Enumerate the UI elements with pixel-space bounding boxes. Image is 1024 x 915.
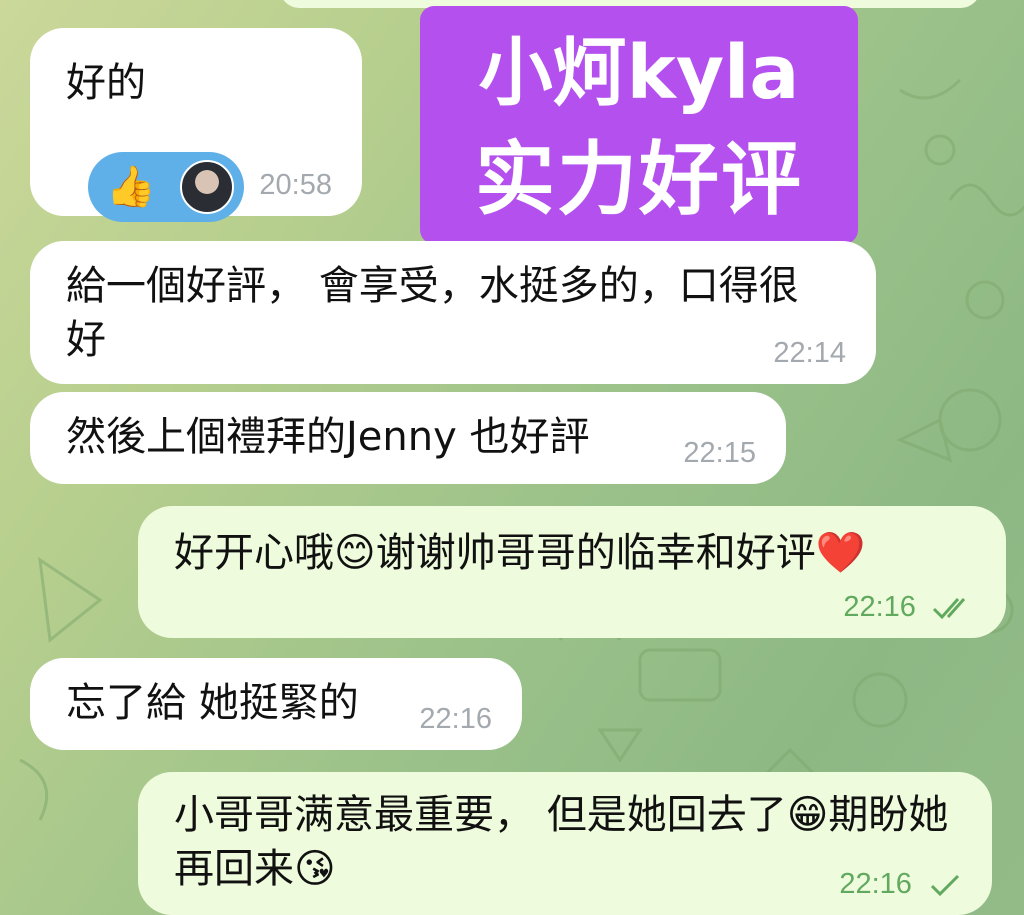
message-time: 20:58 xyxy=(259,169,332,201)
promo-overlay-label: 小炣kyla 实力好评 xyxy=(420,6,858,244)
outgoing-message[interactable]: 好开心哦😊谢谢帅哥哥的临幸和好评❤️ 22:16 xyxy=(138,506,1006,638)
message-time: 22:16 xyxy=(839,868,912,900)
avatar xyxy=(180,160,234,214)
message-meta: 22:16 xyxy=(843,590,976,624)
message-meta: 22:16 xyxy=(839,867,962,901)
overlay-subtitle: 实力好评 xyxy=(475,133,803,226)
message-text: 忘了給 她挺緊的 xyxy=(66,680,359,726)
overlay-title: 小炣kyla xyxy=(478,30,800,116)
message-text: 小哥哥满意最重要， 但是她回去了😁期盼她再回来😘 xyxy=(174,792,949,892)
incoming-message[interactable]: 好的 👍 20:58 xyxy=(30,28,362,222)
message-text: 好的 xyxy=(66,60,146,106)
message-time: 22:14 xyxy=(773,337,846,369)
incoming-message[interactable]: 忘了給 她挺緊的 22:16 xyxy=(30,658,522,750)
message-time: 22:16 xyxy=(419,703,492,735)
single-check-icon xyxy=(930,875,960,897)
outgoing-message[interactable]: 小哥哥满意最重要， 但是她回去了😁期盼她再回来😘 22:16 xyxy=(138,772,992,915)
message-text: 給一個好評， 會享受，水挺多的，口得很好 xyxy=(66,263,799,363)
message-text: 然後上個禮拜的Jenny 也好評 xyxy=(66,414,590,460)
message-text: 好开心哦😊谢谢帅哥哥的临幸和好评❤️ xyxy=(174,530,866,576)
incoming-message[interactable]: 給一個好評， 會享受，水挺多的，口得很好 22:14 xyxy=(30,241,876,384)
incoming-message[interactable]: 然後上個禮拜的Jenny 也好評 22:15 xyxy=(30,392,786,484)
thumbs-up-icon: 👍 xyxy=(106,164,156,210)
message-time: 22:16 xyxy=(843,591,916,623)
message-time: 22:15 xyxy=(683,437,756,469)
reaction-badge[interactable]: 👍 xyxy=(88,152,244,222)
double-check-icon xyxy=(932,598,966,620)
